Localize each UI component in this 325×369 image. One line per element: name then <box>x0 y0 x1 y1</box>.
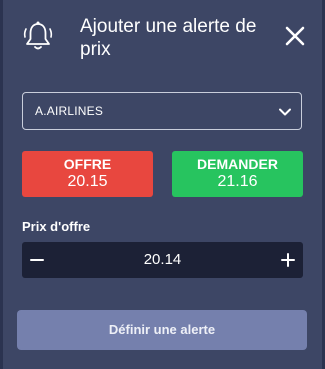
offer-button[interactable]: OFFRE 20.15 <box>22 151 153 197</box>
ask-label: DEMANDER <box>197 156 278 172</box>
price-stepper <box>22 242 303 278</box>
instrument-select[interactable]: A.AIRLINES <box>22 92 302 130</box>
set-alert-button[interactable]: Définir une alerte <box>17 310 307 350</box>
price-alert-dialog: Ajouter une alerte de prix A.AIRLINES OF… <box>3 0 322 369</box>
instrument-select-value: A.AIRLINES <box>35 104 104 118</box>
screen: Ajouter une alerte de prix A.AIRLINES OF… <box>0 0 325 369</box>
ask-price: 21.16 <box>217 173 258 190</box>
offer-label: OFFRE <box>63 156 112 172</box>
close-icon[interactable] <box>284 25 306 47</box>
dialog-title: Ajouter une alerte de prix <box>80 16 257 60</box>
minus-icon[interactable] <box>29 252 45 268</box>
plus-icon[interactable] <box>280 252 296 268</box>
price-field-label: Prix d'offre <box>22 219 91 234</box>
dialog-header: Ajouter une alerte de prix <box>3 0 322 74</box>
ask-button[interactable]: DEMANDER 21.16 <box>172 151 303 197</box>
chevron-down-icon <box>279 108 291 116</box>
bell-icon <box>23 21 53 50</box>
price-input[interactable] <box>62 242 263 278</box>
offer-price: 20.15 <box>67 173 108 190</box>
